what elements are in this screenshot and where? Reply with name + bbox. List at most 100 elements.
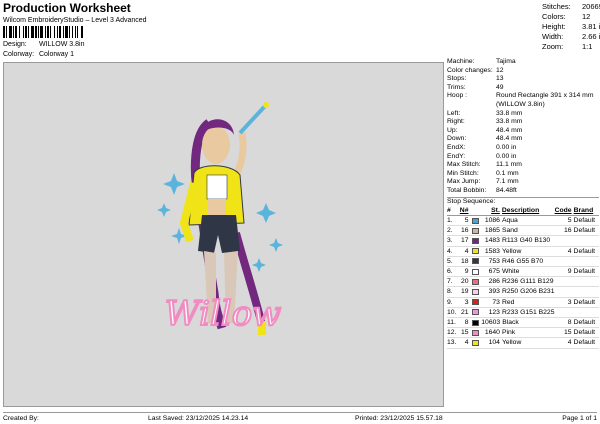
color-swatch: [471, 328, 482, 337]
stop-row: 12. 15 1640 Pink 15 Default: [447, 328, 599, 339]
thread-description: Yellow: [501, 247, 522, 255]
design-preview: Willow: [3, 62, 444, 407]
swatch-icon: [471, 319, 479, 326]
stop-index: 1.: [447, 217, 453, 225]
stitch-count: 286: [488, 278, 500, 286]
summary-table: Stitches:20669 Colors:12 Height:3.81 in …: [542, 2, 600, 52]
stop-row: 10. 21 123 R233 G151 B225: [447, 308, 599, 318]
summary-row: Width:2.66 in: [542, 32, 600, 41]
thread-brand: [574, 287, 599, 296]
stop-row: 4. 4 1583 Yellow 4 Default: [447, 247, 599, 257]
color-swatch: [471, 226, 482, 235]
summary-row: Height:3.81 in: [542, 22, 600, 31]
stitch-count: 123: [488, 308, 500, 316]
properties-panel: Machine: Tajima Color changes: 12 Stops: 13…: [447, 58, 599, 349]
color-swatch: [471, 318, 482, 327]
prop-row: Min Stitch: 0.1 mm: [447, 169, 519, 177]
thread-code: [555, 257, 574, 266]
stitch-count: 104: [488, 339, 500, 347]
stitch-count: 753: [488, 257, 500, 265]
printed-date: Printed: 23/12/2025 15.57.18: [355, 415, 443, 422]
colorway-value: Colorway 1: [38, 51, 74, 58]
prop-row: Stops: 13: [447, 75, 504, 83]
design-label: Design:: [3, 41, 27, 48]
stitch-count: 1583: [484, 247, 500, 255]
stop-index: 7.: [447, 278, 453, 286]
design-barcode: [3, 26, 131, 38]
stop-row: 2. 16 1865 Sand 16 Default: [447, 226, 599, 237]
hoop-name: (WILLOW 3.8in): [496, 100, 545, 108]
swatch-icon: [471, 278, 479, 285]
stop-sequence-title: Stop Sequence:: [447, 197, 496, 205]
color-swatch: [471, 236, 482, 245]
thread-description: Yellow: [501, 339, 522, 347]
thread-brand: Default: [573, 268, 596, 276]
swatch-icon: [471, 289, 479, 295]
prop-row: Total Bobbin: 84.48ft: [447, 186, 517, 194]
stop-row: 7. 20 286 R236 G111 B129: [447, 277, 599, 288]
swatch-icon: [471, 238, 479, 245]
prop-row: Hoop : Round Rectangle 391 x 314 mm: [447, 92, 594, 100]
stitch-count: 1640: [484, 329, 500, 337]
stitch-count: 10603: [481, 318, 501, 326]
thread-brand: [574, 257, 599, 266]
thread-brand: [574, 308, 599, 317]
thread-brand: Default: [573, 298, 596, 306]
stop-index: 11.: [447, 318, 456, 326]
embroidery-illustration: Willow: [157, 102, 283, 335]
prop-row: Down: 48.4 mm: [447, 135, 523, 143]
stitch-count: 73: [492, 298, 500, 306]
color-swatch: [471, 287, 482, 296]
thread-description: Red: [501, 298, 515, 306]
thread-description: Pink: [501, 329, 516, 337]
thread-brand: Default: [573, 217, 596, 225]
thread-description: R233 G151 B225: [501, 308, 555, 316]
stitch-count: 393: [488, 288, 500, 296]
thread-description: White: [501, 268, 520, 276]
thread-brand: [574, 277, 599, 286]
needle-number: 8: [464, 318, 469, 326]
stop-row: 3. 17 1483 R113 G40 B130: [447, 236, 599, 247]
needle-number: 16: [461, 227, 469, 235]
stop-row: 5. 18 753 R46 G55 B70: [447, 257, 599, 268]
stitch-count: 1483: [484, 237, 500, 245]
page-footer: Created By: Last Saved: 23/12/2025 14.23…: [3, 412, 597, 424]
swatch-icon: [471, 339, 479, 346]
color-swatch: [471, 338, 482, 347]
software-subtitle: Wilcom EmbroideryStudio – Level 3 Advanc…: [3, 17, 147, 24]
prop-row: Right: 33.8 mm: [447, 118, 523, 126]
needle-number: 19: [461, 288, 469, 296]
prop-row: Color changes: 12: [447, 66, 504, 74]
stitch-count: 1086: [484, 217, 500, 225]
thread-code: [555, 287, 574, 296]
thread-code: 8: [567, 318, 572, 326]
thread-brand: Default: [573, 339, 596, 347]
thread-code: 4: [567, 247, 572, 255]
stop-index: 2.: [447, 227, 453, 235]
thread-description: R113 G40 B130: [501, 237, 551, 245]
summary-row: Zoom: 1:1: [542, 42, 593, 51]
needle-number: 17: [461, 237, 469, 245]
thread-description: R236 G111 B129: [501, 278, 554, 286]
design-row: Design: WILLOW 3.8in: [3, 41, 84, 48]
thread-code: [555, 236, 574, 245]
stop-index: 4.: [447, 247, 453, 255]
prop-row: Trims: 49: [447, 83, 504, 91]
color-swatch: [471, 298, 482, 307]
stop-index: 9.: [447, 298, 453, 306]
summary-row: Stitches:20669: [542, 2, 600, 11]
needle-number: 4: [464, 247, 469, 255]
stop-row: 13. 4 104 Yellow 4 Default: [447, 338, 599, 349]
last-saved: Last Saved: 23/12/2025 14.23.14: [148, 415, 249, 422]
color-swatch: [471, 277, 482, 286]
needle-number: 18: [461, 257, 469, 265]
thread-description: Aqua: [501, 217, 518, 225]
needle-number: 4: [464, 339, 469, 347]
stop-row: 1. 5 1086 Aqua 5 Default: [447, 216, 599, 227]
swatch-icon: [471, 248, 479, 255]
needle-number: 21: [461, 308, 469, 316]
thread-brand: Default: [573, 227, 596, 235]
swatch-icon: [471, 227, 479, 234]
barcode-bar: [83, 26, 84, 38]
needle-number: 20: [461, 278, 469, 286]
